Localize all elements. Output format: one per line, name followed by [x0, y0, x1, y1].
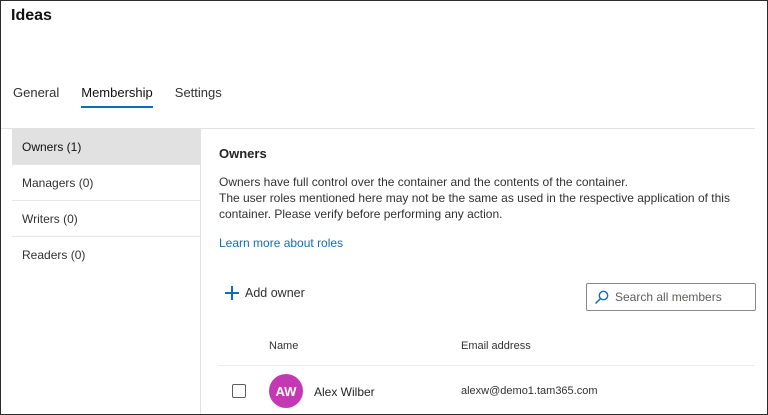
member-email: alexw@demo1.tam365.com [461, 385, 598, 397]
tab-general[interactable]: General [13, 85, 59, 108]
sidebar-item-writers[interactable]: Writers (0) [12, 201, 200, 237]
add-owner-button[interactable]: Add owner [225, 286, 305, 300]
app-window: Ideas General Membership Settings Owners… [0, 0, 768, 415]
search-input[interactable]: Search all members [586, 283, 756, 311]
description-line: container. Please verify before performi… [219, 207, 503, 221]
plus-icon [225, 286, 239, 300]
tab-bar: General Membership Settings [13, 85, 244, 108]
sidebar-divider [200, 129, 201, 414]
role-sidebar: Owners (1) Managers (0) Writers (0) Read… [12, 129, 200, 273]
avatar: AW [269, 374, 303, 408]
search-icon [595, 290, 609, 304]
tab-settings[interactable]: Settings [175, 85, 222, 108]
sidebar-item-managers[interactable]: Managers (0) [12, 165, 200, 201]
learn-more-link[interactable]: Learn more about roles [219, 236, 343, 250]
table-header-divider [219, 365, 755, 366]
page-title: Ideas [11, 7, 52, 24]
description-line: The user roles mentioned here may not be… [219, 191, 730, 205]
sidebar-item-readers[interactable]: Readers (0) [12, 237, 200, 273]
section-title: Owners [219, 146, 267, 161]
add-owner-label: Add owner [245, 286, 305, 300]
member-name[interactable]: Alex Wilber [314, 385, 375, 399]
section-description: Owners have full control over the contai… [219, 174, 749, 222]
row-checkbox[interactable] [232, 384, 246, 398]
column-header-email[interactable]: Email address [461, 340, 531, 352]
search-placeholder: Search all members [615, 290, 722, 304]
description-line: Owners have full control over the contai… [219, 175, 628, 189]
column-header-name[interactable]: Name [269, 340, 298, 352]
sidebar-item-owners[interactable]: Owners (1) [12, 129, 200, 165]
tab-membership[interactable]: Membership [81, 85, 153, 108]
